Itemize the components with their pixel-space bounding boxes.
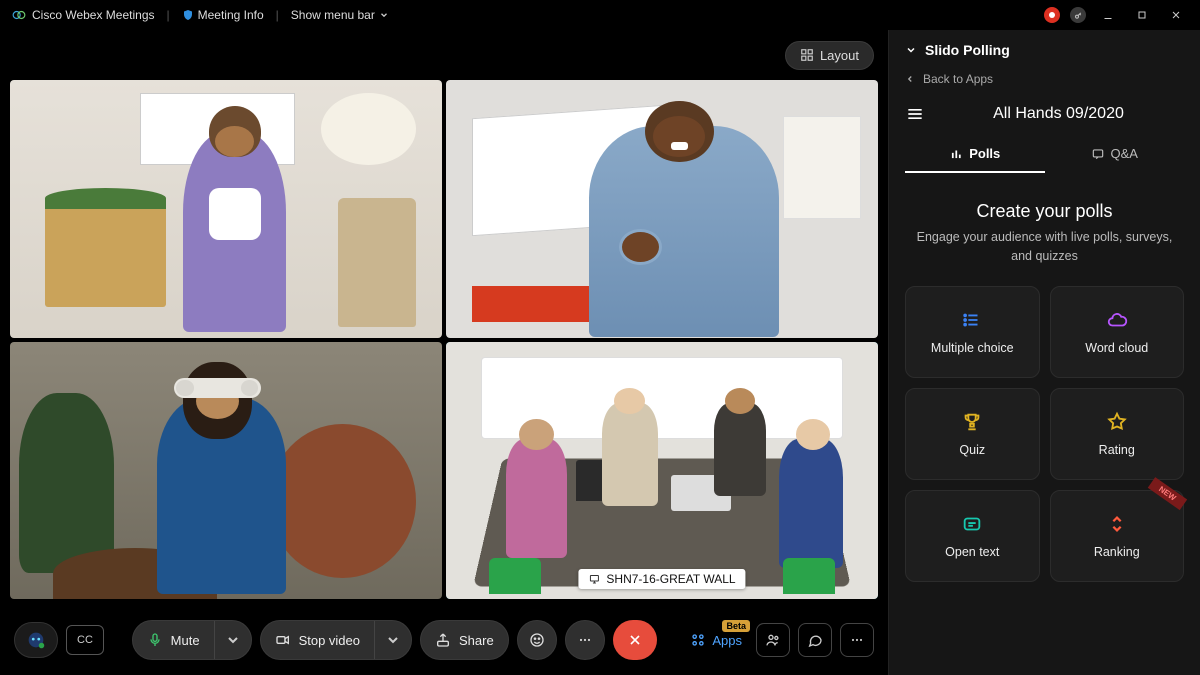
participant-tile-active[interactable]: SHN7-16-GREAT WALL <box>446 342 878 600</box>
record-indicator[interactable] <box>1044 7 1060 23</box>
close-button[interactable] <box>1164 3 1188 27</box>
layout-label: Layout <box>820 48 859 63</box>
chevron-down-icon <box>385 632 401 648</box>
participants-button[interactable] <box>756 623 790 657</box>
poll-type-word-cloud[interactable]: Word cloud <box>1050 286 1185 378</box>
menu-icon[interactable] <box>905 104 925 124</box>
chat-button[interactable] <box>798 623 832 657</box>
chat-icon <box>807 632 823 648</box>
layout-button[interactable]: Layout <box>785 41 874 70</box>
assistant-icon <box>25 629 47 651</box>
apps-icon <box>690 632 706 648</box>
panel-collapse[interactable]: Slido Polling <box>905 42 1184 58</box>
mute-options[interactable] <box>214 621 251 659</box>
poll-type-ranking[interactable]: NEW Ranking <box>1050 490 1185 582</box>
app-name: Cisco Webex Meetings <box>32 8 155 22</box>
poll-type-label: Word cloud <box>1085 341 1148 355</box>
titlebar: Cisco Webex Meetings | Meeting Info | Sh… <box>0 0 1200 30</box>
ranking-icon <box>1106 513 1128 535</box>
poll-type-rating[interactable]: Rating <box>1050 388 1185 480</box>
mute-label: Mute <box>171 633 200 648</box>
list-icon <box>961 309 983 331</box>
panel-title: Slido Polling <box>925 42 1010 58</box>
share-label: Share <box>459 633 494 648</box>
camera-icon <box>275 632 291 648</box>
poll-type-multiple-choice[interactable]: Multiple choice <box>905 286 1040 378</box>
poll-type-label: Ranking <box>1094 545 1140 559</box>
maximize-button[interactable] <box>1130 3 1154 27</box>
lock-indicator[interactable] <box>1070 7 1086 23</box>
shield-icon <box>182 8 194 22</box>
poll-type-label: Quiz <box>959 443 985 457</box>
poll-type-label: Multiple choice <box>931 341 1014 355</box>
video-label: Stop video <box>299 633 360 648</box>
participant-nameplate: SHN7-16-GREAT WALL <box>578 569 745 589</box>
qa-icon <box>1091 147 1105 161</box>
share-button[interactable]: Share <box>420 620 509 660</box>
participant-tile[interactable] <box>10 342 442 600</box>
main-stage: Layout <box>0 30 888 675</box>
show-menu-label: Show menu bar <box>291 8 375 22</box>
minimize-button[interactable] <box>1096 3 1120 27</box>
participant-name: SHN7-16-GREAT WALL <box>606 572 735 586</box>
more-icon <box>577 632 593 648</box>
end-call-button[interactable] <box>613 620 657 660</box>
create-heading: Create your polls <box>905 201 1184 222</box>
chevron-down-icon <box>225 632 241 648</box>
poll-type-label: Open text <box>945 545 999 559</box>
meeting-info-button[interactable]: Meeting Info <box>182 8 264 22</box>
mute-button[interactable]: Mute <box>132 620 252 660</box>
chevron-down-icon <box>379 10 389 20</box>
device-icon <box>588 573 600 585</box>
meeting-info-label: Meeting Info <box>198 8 264 22</box>
tab-polls[interactable]: Polls <box>905 136 1045 173</box>
poll-type-quiz[interactable]: Quiz <box>905 388 1040 480</box>
poll-type-open-text[interactable]: Open text <box>905 490 1040 582</box>
beta-badge: Beta <box>722 620 750 632</box>
meeting-controls: CC Mute Stop video Share <box>0 605 888 675</box>
apps-button[interactable]: Apps Beta <box>684 632 748 648</box>
share-icon <box>435 632 451 648</box>
cc-label: CC <box>77 634 93 646</box>
cloud-icon <box>1106 309 1128 331</box>
webex-icon <box>12 8 26 22</box>
poll-type-label: Rating <box>1099 443 1135 457</box>
reactions-button[interactable] <box>517 620 557 660</box>
tab-qa[interactable]: Q&A <box>1045 136 1185 173</box>
tab-polls-label: Polls <box>969 146 1000 161</box>
close-icon <box>627 632 643 648</box>
participant-tile[interactable] <box>10 80 442 338</box>
star-icon <box>1106 411 1128 433</box>
video-button[interactable]: Stop video <box>260 620 412 660</box>
event-title: All Hands 09/2020 <box>933 105 1184 123</box>
apps-label: Apps <box>712 633 742 648</box>
key-icon <box>1074 11 1083 20</box>
microphone-icon <box>147 632 163 648</box>
slido-tabs: Polls Q&A <box>905 136 1184 173</box>
tab-qa-label: Q&A <box>1111 146 1138 161</box>
more-icon <box>849 632 865 648</box>
captions-button[interactable]: CC <box>66 625 104 655</box>
chevron-left-icon <box>905 74 915 84</box>
panel-more-button[interactable] <box>840 623 874 657</box>
slido-panel: Slido Polling Back to Apps All Hands 09/… <box>888 30 1200 675</box>
back-label: Back to Apps <box>923 72 993 86</box>
assistant-button[interactable] <box>14 622 58 658</box>
video-options[interactable] <box>374 621 411 659</box>
polls-icon <box>949 147 963 161</box>
trophy-icon <box>961 411 983 433</box>
new-badge: NEW <box>1148 477 1187 510</box>
smile-icon <box>529 632 545 648</box>
show-menu-button[interactable]: Show menu bar <box>291 8 389 22</box>
app-brand: Cisco Webex Meetings <box>12 8 155 22</box>
more-button[interactable] <box>565 620 605 660</box>
grid-icon <box>800 48 814 62</box>
create-subheading: Engage your audience with live polls, su… <box>905 228 1184 266</box>
participant-tile[interactable] <box>446 80 878 338</box>
video-grid: SHN7-16-GREAT WALL <box>0 80 888 605</box>
chevron-down-icon <box>905 44 917 56</box>
text-icon <box>961 513 983 535</box>
participants-icon <box>765 632 781 648</box>
back-to-apps[interactable]: Back to Apps <box>905 72 1184 86</box>
